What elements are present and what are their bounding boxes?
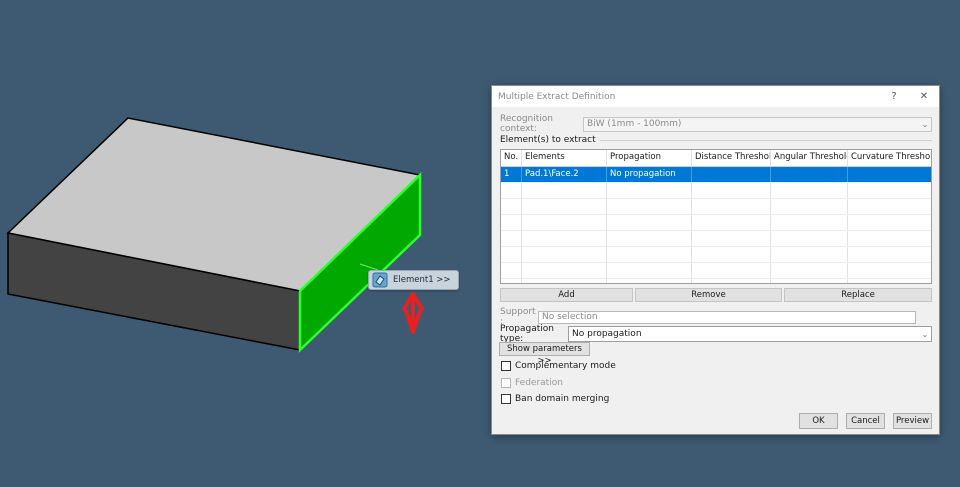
table-header-row: No. Elements Propagation Distance Thresh… (501, 150, 931, 167)
multiple-extract-dialog: Multiple Extract Definition ? ✕ Recognit… (491, 85, 940, 435)
row-distance-threshold (692, 167, 771, 182)
support-field[interactable]: No selection (538, 310, 916, 324)
row-elements: Pad.1\Face.2 (522, 167, 607, 182)
recognition-context-row: Recognition context: BiW (1mm - 100mm) ⌄ (500, 114, 932, 134)
preview-button[interactable]: Preview (893, 413, 932, 429)
column-header-angular-threshold[interactable]: Angular Threshold (771, 150, 848, 166)
elements-group: Element(s) to extract (500, 135, 932, 145)
replace-button[interactable]: Replace (784, 288, 932, 302)
red-arrow-icon (402, 292, 424, 334)
row-propagation: No propagation (607, 167, 692, 182)
elements-group-label: Element(s) to extract (500, 135, 596, 145)
empty-row (501, 247, 931, 263)
column-header-elements[interactable]: Elements (522, 150, 607, 166)
checkbox-box[interactable] (501, 394, 511, 404)
ban-domain-merging-label: Ban domain merging (515, 394, 610, 404)
propagation-type-row: Propagation type: No propagation ⌄ (500, 324, 932, 344)
group-divider (599, 139, 932, 141)
show-parameters-button[interactable]: Show parameters >> (499, 342, 590, 366)
table-row[interactable]: 1 Pad.1\Face.2 No propagation (501, 167, 931, 183)
empty-row (501, 263, 931, 279)
propagation-type-label: Propagation type: (500, 324, 554, 344)
help-button[interactable]: ? (879, 91, 909, 102)
recognition-context-value: BiW (1mm - 100mm) (587, 119, 682, 129)
complementary-mode-checkbox[interactable]: Complementary mode (501, 361, 616, 371)
propagation-type-value: No propagation (572, 329, 642, 339)
complementary-mode-label: Complementary mode (515, 361, 616, 371)
row-no: 1 (501, 167, 522, 182)
ok-button[interactable]: OK (799, 413, 838, 429)
extract-surface-icon (372, 272, 388, 288)
empty-row (501, 215, 931, 231)
column-header-propagation[interactable]: Propagation (607, 150, 692, 166)
dialog-titlebar[interactable]: Multiple Extract Definition ? ✕ (492, 86, 939, 107)
element-tag[interactable]: Element1 >> (368, 270, 459, 290)
column-header-distance-threshold[interactable]: Distance Threshold (692, 150, 771, 166)
empty-row (501, 183, 931, 199)
column-header-no[interactable]: No. (501, 150, 522, 166)
federation-checkbox: Federation (501, 378, 563, 388)
close-button[interactable]: ✕ (909, 91, 939, 102)
propagation-type-combo[interactable]: No propagation ⌄ (568, 326, 932, 342)
recognition-context-combo: BiW (1mm - 100mm) ⌄ (583, 116, 932, 132)
element-tag-label: Element1 >> (393, 275, 451, 285)
cancel-button[interactable]: Cancel (846, 413, 885, 429)
row-curvature-threshold (848, 167, 931, 182)
elements-table[interactable]: No. Elements Propagation Distance Thresh… (500, 149, 932, 284)
dialog-footer: OK Cancel Preview (799, 413, 932, 429)
empty-row (501, 199, 931, 215)
ban-domain-merging-checkbox[interactable]: Ban domain merging (501, 394, 609, 404)
empty-row (501, 231, 931, 247)
recognition-context-label: Recognition context: (500, 114, 553, 134)
chevron-down-icon: ⌄ (921, 119, 929, 129)
federation-label: Federation (515, 378, 563, 388)
remove-button[interactable]: Remove (635, 288, 782, 302)
column-header-curvature-threshold[interactable]: Curvature Threshold (848, 150, 931, 166)
table-buttons: Add Remove Replace (500, 288, 932, 302)
empty-row (501, 279, 931, 283)
add-button[interactable]: Add (500, 288, 633, 302)
chevron-down-icon[interactable]: ⌄ (919, 330, 931, 339)
checkbox-box (501, 378, 511, 388)
dialog-title: Multiple Extract Definition (498, 91, 616, 102)
row-angular-threshold (771, 167, 848, 182)
checkbox-box[interactable] (501, 361, 511, 371)
